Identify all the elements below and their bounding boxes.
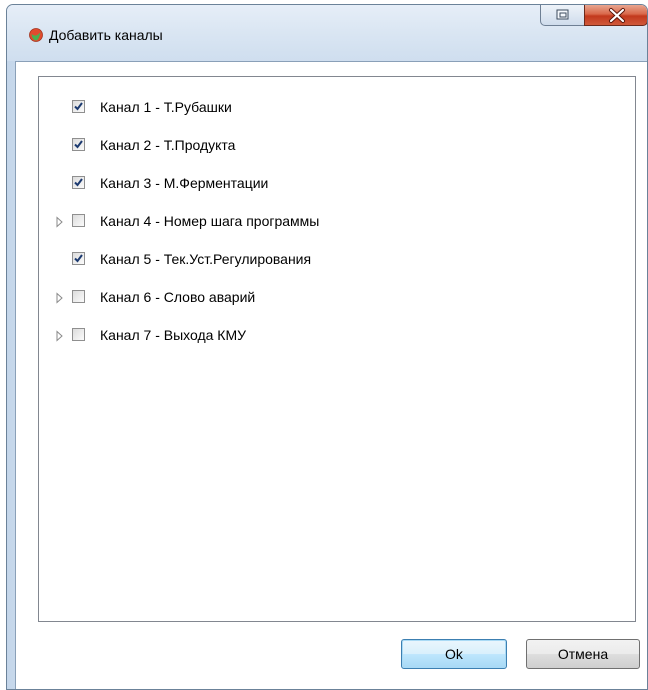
close-button[interactable] xyxy=(584,5,647,26)
checkbox-channel-6[interactable] xyxy=(72,290,85,303)
checkbox-channel-4[interactable] xyxy=(72,214,85,227)
expand-triangle-icon[interactable] xyxy=(55,291,65,304)
checkbox-channel-2[interactable] xyxy=(72,138,85,151)
tree-item-label: Канал 4 - Номер шага программы xyxy=(100,213,320,229)
dialog-title: Добавить каналы xyxy=(49,27,163,43)
tree-item-channel-1[interactable]: Канал 1 - Т.Рубашки xyxy=(39,97,599,117)
tree-item-channel-4[interactable]: Канал 4 - Номер шага программы xyxy=(39,211,599,231)
checkmark-icon xyxy=(74,140,83,149)
ok-button[interactable]: Ok xyxy=(401,639,507,669)
checkbox-channel-7[interactable] xyxy=(72,328,85,341)
tree-item-label: Канал 7 - Выхода КМУ xyxy=(100,327,247,343)
cancel-button[interactable]: Отмена xyxy=(526,639,640,669)
tree-item-channel-7[interactable]: Канал 7 - Выхода КМУ xyxy=(39,325,599,345)
tree-item-channel-2[interactable]: Канал 2 - Т.Продукта xyxy=(39,135,599,155)
checkmark-icon xyxy=(74,254,83,263)
tree-item-label: Канал 1 - Т.Рубашки xyxy=(100,99,232,115)
dialog-body: Канал 1 - Т.Рубашки Канал 2 - Т.Продукта… xyxy=(15,61,647,689)
app-logo-icon xyxy=(29,28,43,42)
expand-triangle-icon[interactable] xyxy=(55,215,65,228)
restore-icon xyxy=(556,9,569,20)
tree-item-label: Канал 3 - М.Ферментации xyxy=(100,175,269,191)
checkmark-icon xyxy=(74,178,83,187)
tree-item-label: Канал 2 - Т.Продукта xyxy=(100,137,236,153)
add-channels-dialog: Добавить каналы Канал 1 - Т.Рубашки Кана… xyxy=(6,4,648,690)
tree-item-channel-3[interactable]: Канал 3 - М.Ферментации xyxy=(39,173,599,193)
tree-item-channel-5[interactable]: Канал 5 - Тек.Уст.Регулирования xyxy=(39,249,599,269)
title-bar[interactable]: Добавить каналы xyxy=(7,5,647,61)
tree-item-label: Канал 6 - Слово аварий xyxy=(100,289,256,305)
close-x-icon xyxy=(609,8,625,23)
expand-triangle-icon[interactable] xyxy=(55,329,65,342)
checkbox-channel-3[interactable] xyxy=(72,176,85,189)
tree-item-channel-6[interactable]: Канал 6 - Слово аварий xyxy=(39,287,599,307)
channels-tree[interactable]: Канал 1 - Т.Рубашки Канал 2 - Т.Продукта… xyxy=(38,76,636,622)
checkbox-channel-1[interactable] xyxy=(72,100,85,113)
restore-button[interactable] xyxy=(540,5,585,26)
checkbox-channel-5[interactable] xyxy=(72,252,85,265)
checkmark-icon xyxy=(74,102,83,111)
tree-item-label: Канал 5 - Тек.Уст.Регулирования xyxy=(100,251,312,267)
